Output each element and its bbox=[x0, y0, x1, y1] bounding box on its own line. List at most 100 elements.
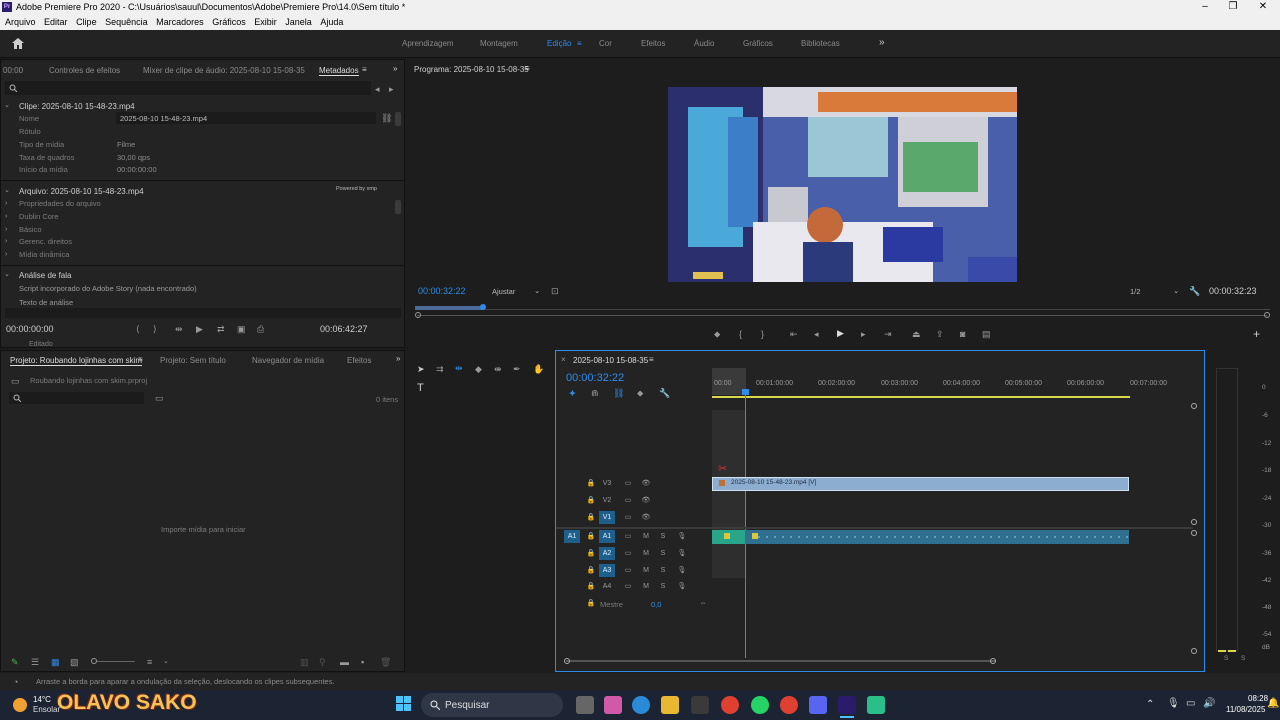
sync-lock-icon[interactable]: ▭ bbox=[620, 580, 636, 593]
mute-button[interactable]: M bbox=[638, 547, 654, 560]
tab-metadata[interactable]: Metadados bbox=[319, 66, 359, 76]
workspace-cor[interactable]: Cor bbox=[599, 39, 612, 48]
microphone-icon[interactable]: 🎙 bbox=[1167, 698, 1180, 709]
find-icon[interactable]: ⚲ bbox=[319, 657, 326, 667]
workspace-menu-icon[interactable]: ≡ bbox=[577, 39, 582, 48]
step-forward-icon[interactable]: ▸ bbox=[861, 329, 866, 339]
v-scroll-handle[interactable] bbox=[1191, 530, 1197, 536]
next-icon[interactable]: ▸ bbox=[389, 84, 394, 94]
chevron-right-icon[interactable]: › bbox=[5, 237, 7, 247]
lock-icon[interactable]: 🔒 bbox=[583, 494, 599, 507]
selection-tool-icon[interactable]: ➤ bbox=[417, 364, 425, 374]
workspace-edicao[interactable]: Edição bbox=[547, 39, 571, 48]
analysis-text-field[interactable] bbox=[5, 308, 401, 318]
lock-icon[interactable]: 🔒 bbox=[583, 597, 599, 610]
add-marker-icon[interactable]: ⬥ bbox=[714, 329, 720, 339]
h-scroll-handle[interactable] bbox=[990, 658, 996, 664]
file-section-item[interactable]: Dublin Core bbox=[19, 212, 59, 221]
network-icon[interactable]: ▭ bbox=[1186, 698, 1195, 709]
pen-icon[interactable]: ✒ bbox=[513, 364, 521, 374]
mute-button[interactable]: M bbox=[638, 530, 654, 543]
new-bin-icon[interactable]: ▭ bbox=[155, 393, 164, 403]
track-label-v1[interactable]: V1 bbox=[599, 511, 615, 524]
lock-icon[interactable]: 🔒 bbox=[583, 580, 599, 593]
panel-menu-icon[interactable]: ≡ bbox=[362, 65, 367, 74]
app-icon[interactable] bbox=[867, 696, 885, 714]
hand-icon[interactable]: ✋ bbox=[533, 364, 544, 374]
eye-icon[interactable]: 👁 bbox=[638, 511, 654, 524]
add-marker-icon[interactable]: ⬥ bbox=[637, 388, 643, 398]
scrollbar[interactable] bbox=[395, 200, 401, 214]
go-to-out-icon[interactable]: ⇥ bbox=[884, 329, 892, 339]
file-section-item[interactable]: Propriedades do arquivo bbox=[19, 199, 101, 208]
tab-project-roubando[interactable]: Projeto: Roubando lojinhas com skim bbox=[10, 356, 143, 366]
file-section-item[interactable]: Básico bbox=[19, 225, 42, 234]
solo-button[interactable]: S bbox=[655, 530, 671, 543]
v-scroll-handle[interactable] bbox=[1191, 519, 1197, 525]
wrench-icon[interactable]: 🔧 bbox=[1189, 286, 1200, 296]
chevron-down-icon[interactable]: ⌄ bbox=[4, 101, 10, 111]
program-timecode[interactable]: 00:00:32:22 bbox=[418, 286, 466, 296]
ripple-edit-icon[interactable]: ⇹ bbox=[455, 363, 463, 373]
workspace-graficos[interactable]: Gráficos bbox=[743, 39, 773, 48]
sequence-tab[interactable]: 2025-08-10 15-08-35 bbox=[573, 356, 648, 365]
prev-icon[interactable]: ◂ bbox=[375, 84, 380, 94]
volume-icon[interactable]: 🔊 bbox=[1203, 698, 1215, 709]
source-patch-a1[interactable]: A1 bbox=[564, 530, 580, 543]
close-button[interactable]: ✕ bbox=[1248, 0, 1278, 15]
lift-icon[interactable]: ⏏ bbox=[912, 329, 921, 339]
panel-expand-icon[interactable]: » bbox=[396, 354, 400, 363]
solo-button[interactable]: S bbox=[655, 580, 671, 593]
tab-project-sem-titulo[interactable]: Projeto: Sem título bbox=[160, 356, 226, 365]
settings-square-icon[interactable]: ⊡ bbox=[551, 286, 559, 296]
lock-icon[interactable]: 🔒 bbox=[583, 511, 599, 524]
track-label-v3[interactable]: V3 bbox=[599, 477, 615, 490]
insert-icon[interactable]: ⇹ bbox=[175, 324, 183, 334]
resolution-dropdown[interactable]: 1/2 ⌄ bbox=[1127, 285, 1185, 297]
workspace-overflow-icon[interactable]: » bbox=[879, 37, 885, 48]
sync-lock-icon[interactable]: ▭ bbox=[620, 530, 636, 543]
track-divider[interactable] bbox=[556, 527, 1193, 529]
slip-icon[interactable]: ⇼ bbox=[494, 364, 502, 374]
sort-icon[interactable]: ≡ bbox=[147, 657, 152, 667]
scrollbar[interactable] bbox=[395, 112, 401, 126]
mute-button[interactable]: M bbox=[638, 580, 654, 593]
weather-temp[interactable]: 14°C bbox=[33, 695, 51, 704]
panel-menu-icon[interactable]: ≡ bbox=[525, 64, 530, 73]
track-label-a2[interactable]: A2 bbox=[599, 547, 615, 560]
eye-icon[interactable]: 👁 bbox=[638, 494, 654, 507]
file-section-item[interactable]: Mídia dinâmica bbox=[19, 250, 69, 259]
wrench-icon[interactable]: 🔧 bbox=[659, 388, 670, 398]
menu-ajuda[interactable]: Ajuda bbox=[320, 15, 343, 30]
h-scroll-handle[interactable] bbox=[564, 658, 570, 664]
whatsapp-icon[interactable] bbox=[751, 696, 769, 714]
h-scrollbar[interactable] bbox=[566, 660, 996, 662]
play-button[interactable]: ▶ bbox=[837, 328, 844, 338]
tab-media-browser[interactable]: Navegador de mídia bbox=[252, 356, 324, 365]
workspace-montagem[interactable]: Montagem bbox=[480, 39, 518, 48]
copilot-icon[interactable] bbox=[604, 696, 622, 714]
microphone-icon[interactable]: 🎙 bbox=[674, 580, 690, 593]
track-label-a4[interactable]: A4 bbox=[599, 580, 615, 593]
panel-menu-icon[interactable]: ≡ bbox=[138, 355, 143, 364]
solo-button[interactable]: S bbox=[655, 564, 671, 577]
menu-sequencia[interactable]: Sequência bbox=[105, 15, 148, 30]
sync-lock-icon[interactable]: ▭ bbox=[620, 564, 636, 577]
extract-icon[interactable]: ⇪ bbox=[936, 329, 944, 339]
source-timecode-left[interactable]: 00:00:00:00 bbox=[6, 324, 54, 334]
master-volume-value[interactable]: 0,0 bbox=[651, 600, 661, 609]
v-scroll-handle[interactable] bbox=[1191, 648, 1197, 654]
overwrite-icon[interactable]: ▣ bbox=[237, 324, 246, 334]
mute-button[interactable]: M bbox=[638, 564, 654, 577]
chevron-down-icon[interactable]: ⌄ bbox=[4, 186, 10, 196]
zoom-slider[interactable] bbox=[97, 661, 135, 662]
camera-icon[interactable]: ◙ bbox=[960, 329, 965, 339]
go-to-in-icon[interactable]: ⇤ bbox=[790, 329, 798, 339]
timeline-timecode[interactable]: 00:00:32:22 bbox=[566, 372, 624, 384]
fit-dropdown[interactable]: Ajustar ⌄ bbox=[489, 285, 543, 297]
clock-time[interactable]: 08:28 bbox=[1248, 694, 1268, 703]
zoom-handle-left[interactable] bbox=[415, 312, 421, 318]
mark-out-icon[interactable]: ⟩ bbox=[153, 324, 157, 334]
loop-icon[interactable]: ⇄ bbox=[217, 324, 225, 334]
premiere-taskbar-icon[interactable] bbox=[838, 696, 856, 714]
